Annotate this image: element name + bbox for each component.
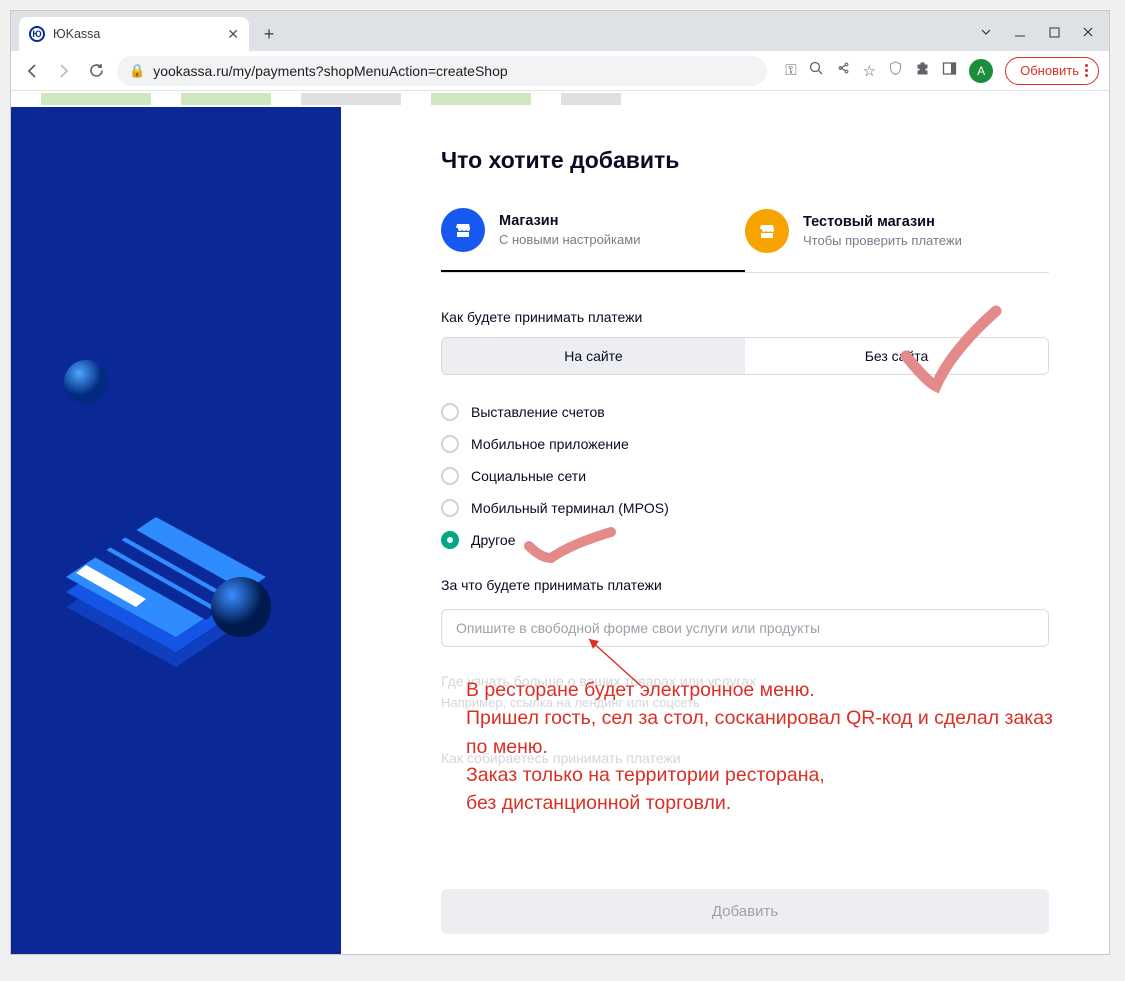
url-text: yookassa.ru/my/payments?shopMenuAction=c… (153, 63, 507, 79)
new-tab-button[interactable]: + (255, 20, 283, 48)
submit-button[interactable]: Добавить (441, 889, 1049, 934)
description-input[interactable]: Опишите в свободной форме свои услуги ил… (441, 609, 1049, 647)
update-button[interactable]: Обновить (1005, 57, 1099, 85)
main-panel: Что хотите добавить Магазин С новыми нас… (341, 107, 1109, 954)
back-button[interactable] (21, 60, 43, 82)
toggle-no-site[interactable]: Без сайта (745, 338, 1048, 374)
window-controls (971, 17, 1109, 51)
shop-type-tabs: Магазин С новыми настройками Тестовый ма… (441, 208, 1049, 273)
maximize-button[interactable] (1039, 17, 1069, 47)
ghost-label-2: Например, ссылка на лендинг или соцсеть (441, 695, 1049, 710)
favicon: Ю (29, 26, 45, 42)
star-icon[interactable]: ☆ (863, 62, 876, 80)
radio-social[interactable]: Социальные сети (441, 467, 1049, 485)
browser-window: Ю ЮKassa ✕ + 🔒 yookassa.ru/my/payments?s… (10, 10, 1110, 955)
share-icon[interactable] (836, 61, 851, 80)
page-heading: Что хотите добавить (441, 147, 1049, 174)
site-toggle: На сайте Без сайта (441, 337, 1049, 375)
minimize-button[interactable] (1005, 17, 1035, 47)
how-accept-label: Как будете принимать платежи (441, 309, 1049, 325)
forward-button[interactable] (53, 60, 75, 82)
shop-icon (441, 208, 485, 252)
kebab-icon (1085, 64, 1088, 77)
url-bar: 🔒 yookassa.ru/my/payments?shopMenuAction… (11, 51, 1109, 91)
tab-shop-sub: С новыми настройками (499, 232, 640, 247)
titlebar: Ю ЮKassa ✕ + (11, 11, 1109, 51)
for-what-label: За что будете принимать платежи (441, 577, 1049, 593)
ghost-label-1: Где узнать больше о ваших товарах или ус… (441, 673, 1049, 689)
tab-shop[interactable]: Магазин С новыми настройками (441, 208, 745, 272)
reload-button[interactable] (85, 60, 107, 82)
radio-mpos[interactable]: Мобильный терминал (MPOS) (441, 499, 1049, 517)
chevron-down-icon[interactable] (971, 17, 1001, 47)
tab-close-icon[interactable]: ✕ (227, 26, 239, 43)
tab-test-shop[interactable]: Тестовый магазин Чтобы проверить платежи (745, 208, 1049, 272)
sidebar-illustration (11, 107, 341, 954)
radio-mobile-app[interactable]: Мобильное приложение (441, 435, 1049, 453)
browser-tab[interactable]: Ю ЮKassa ✕ (19, 17, 249, 51)
ghost-label-3: Как собираетесь принимать платежи (441, 750, 1049, 766)
radio-invoicing[interactable]: Выставление счетов (441, 403, 1049, 421)
extensions-icon[interactable] (915, 61, 930, 80)
test-shop-icon (745, 209, 789, 253)
close-button[interactable] (1073, 17, 1103, 47)
address-bar[interactable]: 🔒 yookassa.ru/my/payments?shopMenuAction… (117, 56, 767, 86)
lock-icon: 🔒 (129, 63, 145, 79)
sidepanel-icon[interactable] (942, 61, 957, 80)
key-icon[interactable]: ⚿ (785, 62, 796, 79)
tab-test-sub: Чтобы проверить платежи (803, 233, 962, 248)
profile-avatar[interactable]: A (969, 59, 993, 83)
zoom-icon[interactable] (809, 61, 824, 80)
tab-title: ЮKassa (53, 27, 100, 41)
tab-shop-title: Магазин (499, 213, 640, 229)
page-content: Что хотите добавить Магазин С новыми нас… (11, 107, 1109, 954)
radio-other[interactable]: Другое (441, 531, 1049, 549)
payment-method-radios: Выставление счетов Мобильное приложение … (441, 403, 1049, 549)
toggle-on-site[interactable]: На сайте (442, 338, 745, 374)
blurred-bookmarks (11, 91, 1109, 107)
description-placeholder: Опишите в свободной форме свои услуги ил… (456, 620, 820, 636)
shield-icon[interactable] (888, 61, 903, 80)
tab-test-title: Тестовый магазин (803, 214, 962, 230)
